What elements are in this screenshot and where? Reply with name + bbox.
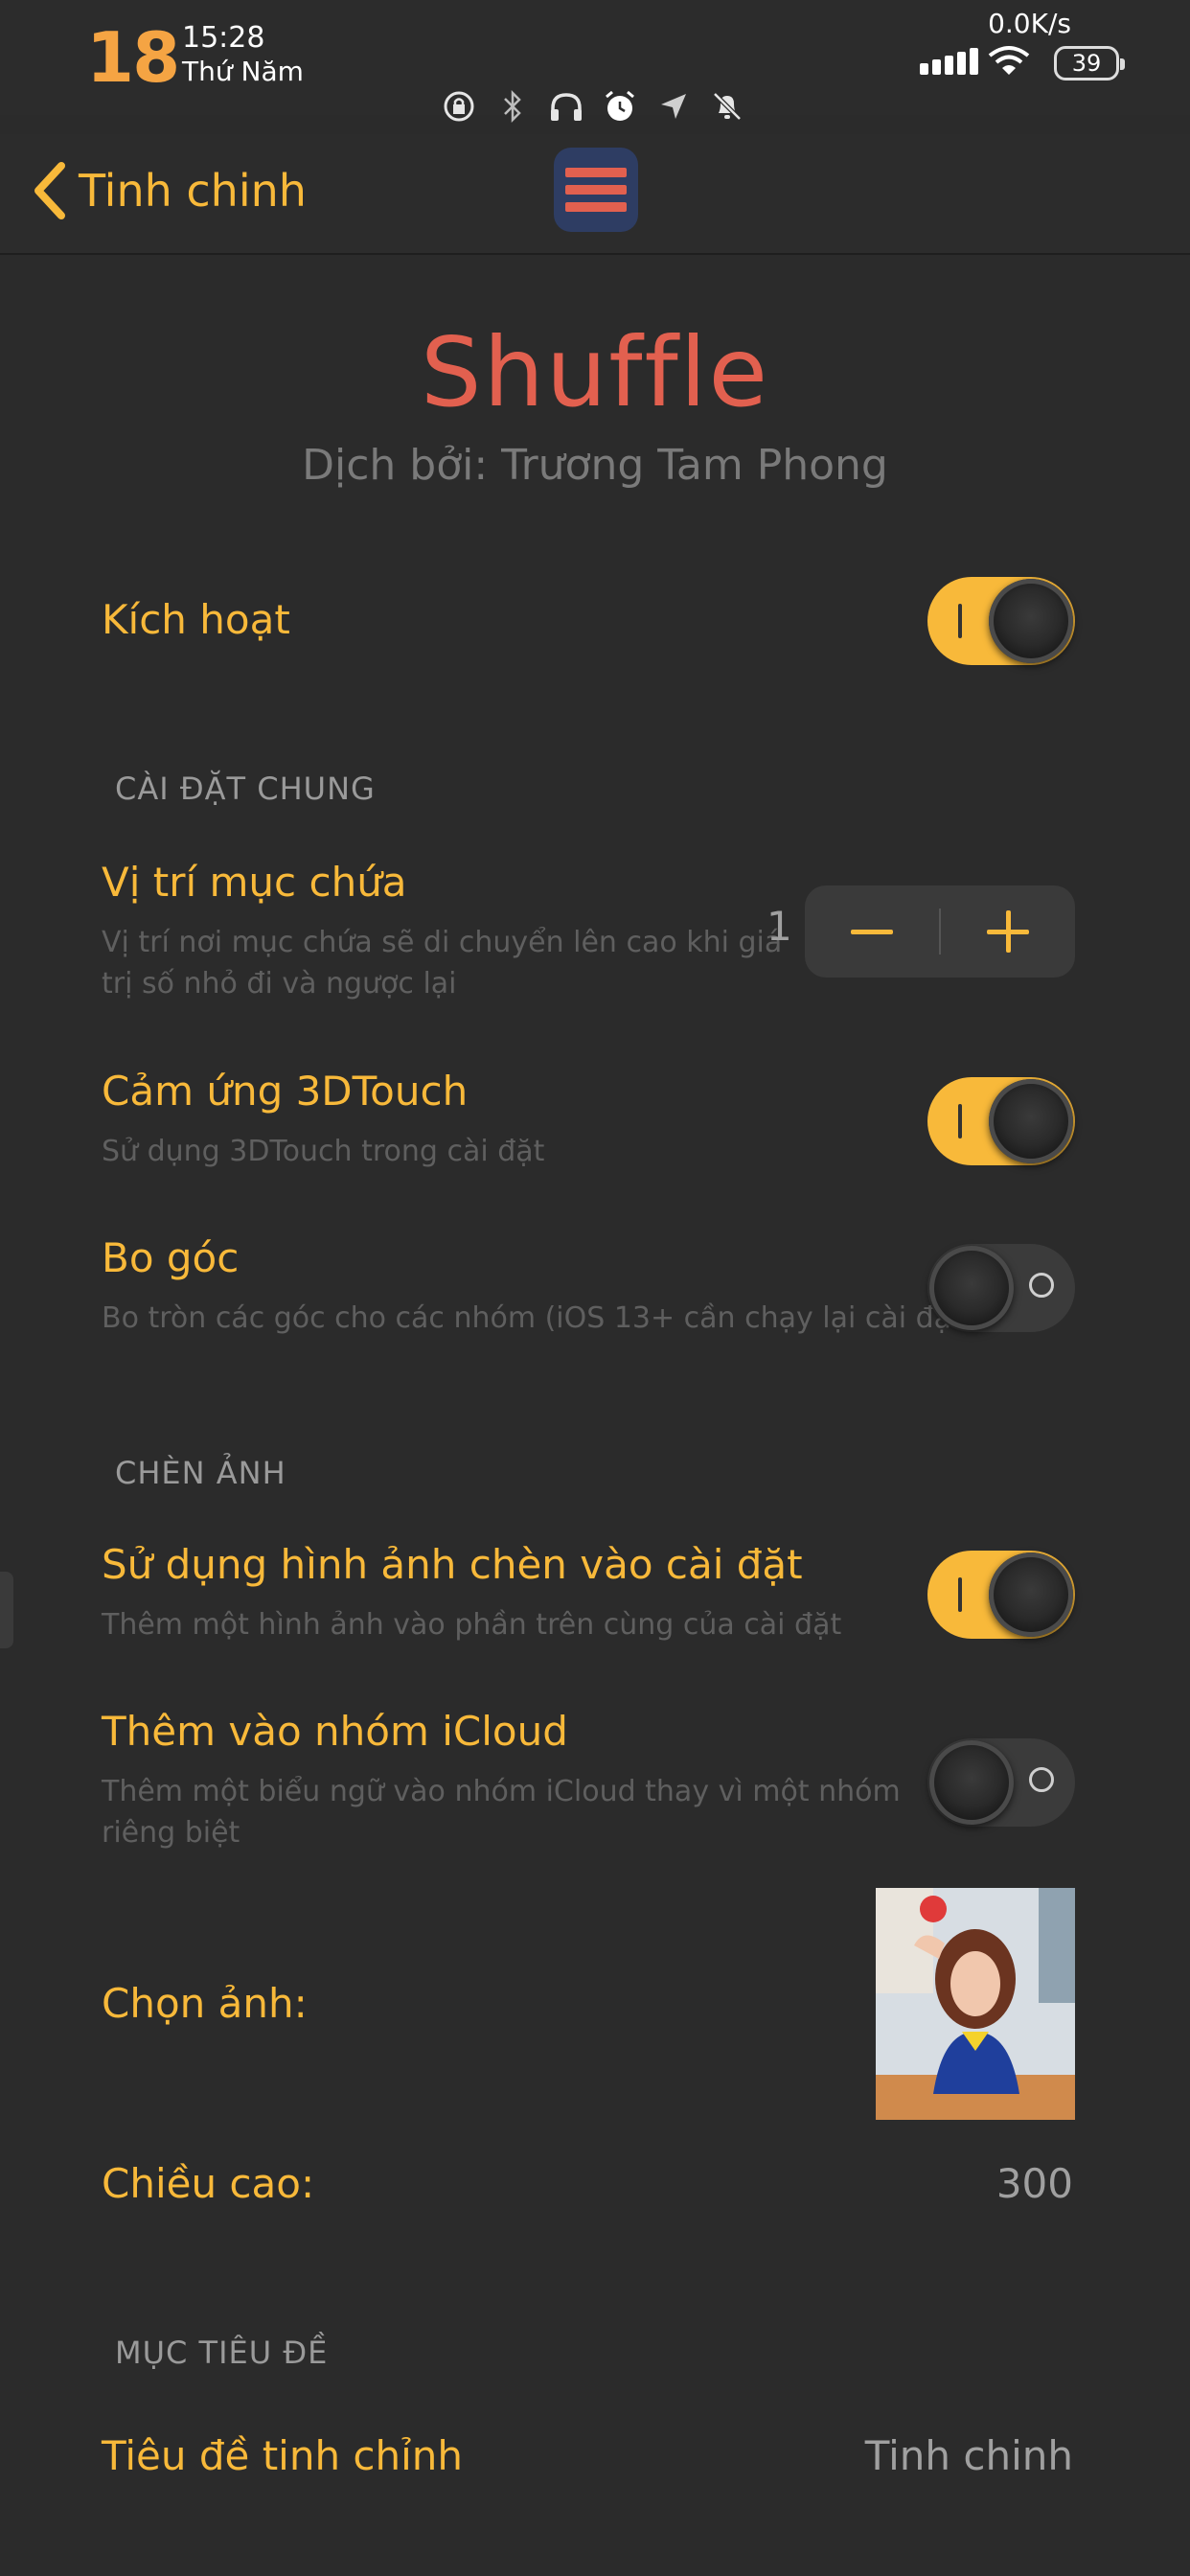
- page-subtitle: Dịch bởi: Trương Tam Phong: [302, 441, 888, 490]
- shuffle-app-icon: [554, 148, 638, 232]
- position-value: 1: [767, 903, 792, 950]
- rotation-lock-icon: [441, 88, 477, 125]
- alarm-icon: [602, 88, 638, 125]
- back-button-label: Tinh chinh: [79, 165, 307, 217]
- section-header-title: MỤC TIÊU ĐỀ: [115, 2334, 329, 2371]
- use-image-toggle[interactable]: [927, 1551, 1075, 1639]
- section-header-general: CÀI ĐẶT CHUNG: [115, 770, 376, 807]
- tweak-title-value[interactable]: Tinh chinh: [865, 2432, 1073, 2479]
- status-icons-row: [441, 88, 745, 125]
- corners-label: Bo góc: [102, 1234, 240, 1281]
- selected-image-thumbnail[interactable]: [876, 1888, 1075, 2120]
- tweak-title-label: Tiêu đề tinh chỉnh: [102, 2432, 464, 2479]
- touch3d-toggle[interactable]: [927, 1077, 1075, 1165]
- navigation-bar: Tinh chinh: [0, 134, 1190, 255]
- mute-icon: [709, 88, 745, 125]
- height-label: Chiều cao:: [102, 2160, 315, 2207]
- network-speed: 0.0K/s: [988, 8, 1071, 39]
- stepper-increment-button[interactable]: [941, 886, 1075, 978]
- cellular-signal-icon: [920, 48, 978, 75]
- touch3d-label: Cảm ứng 3DTouch: [102, 1068, 469, 1115]
- position-description: Vị trí nơi mục chứa sẽ di chuyển lên cao…: [102, 926, 783, 1000]
- corners-toggle[interactable]: [927, 1244, 1075, 1332]
- chevron-left-icon: [34, 162, 65, 219]
- position-label: Vị trí mục chứa: [102, 859, 407, 906]
- side-handle[interactable]: [0, 1572, 13, 1648]
- choose-image-label: Chọn ảnh:: [102, 1980, 308, 2027]
- stepper-decrement-button[interactable]: [805, 886, 939, 978]
- battery-icon: 39: [1054, 46, 1125, 80]
- corners-description: Bo tròn các góc cho các nhóm (iOS 13+ cầ…: [102, 1301, 974, 1335]
- touch3d-description: Sử dụng 3DTouch trong cài đặt: [102, 1135, 545, 1168]
- use-image-description: Thêm một hình ảnh vào phần trên cùng của…: [102, 1608, 842, 1642]
- page-title: Shuffle: [421, 316, 769, 428]
- enable-toggle[interactable]: [927, 577, 1075, 665]
- use-image-label: Sử dụng hình ảnh chèn vào cài đặt: [102, 1541, 803, 1588]
- icloud-label: Thêm vào nhóm iCloud: [102, 1708, 568, 1755]
- status-time: 15:28: [182, 21, 265, 55]
- enable-label: Kích hoạt: [102, 596, 290, 643]
- wifi-icon: [987, 44, 1031, 77]
- bluetooth-icon: [494, 88, 531, 125]
- battery-level: 39: [1071, 50, 1102, 77]
- icloud-toggle[interactable]: [927, 1738, 1075, 1827]
- location-icon: [655, 88, 692, 125]
- status-weekday: Thứ Năm: [182, 56, 304, 87]
- position-stepper: [805, 886, 1075, 978]
- headphones-icon: [548, 88, 584, 125]
- height-value[interactable]: 300: [996, 2160, 1073, 2207]
- section-header-image: CHÈN ẢNH: [115, 1455, 286, 1491]
- status-date-number: 18: [86, 17, 180, 98]
- back-button[interactable]: Tinh chinh: [31, 157, 307, 224]
- icloud-description: Thêm một biểu ngữ vào nhóm iCloud thay v…: [102, 1775, 901, 1850]
